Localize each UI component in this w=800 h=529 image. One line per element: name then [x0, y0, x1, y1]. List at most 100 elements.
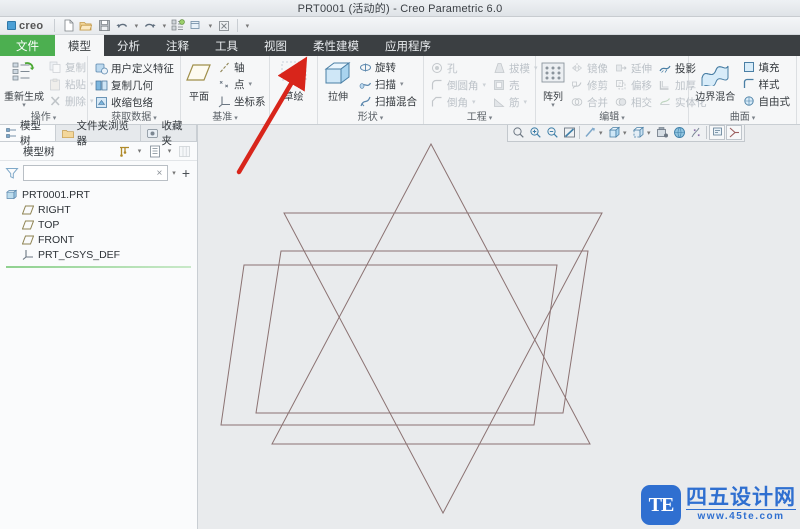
round-caret-icon[interactable]: ▾	[483, 81, 487, 89]
open-file-icon[interactable]	[78, 18, 94, 33]
filter-funnel-icon[interactable]	[5, 166, 19, 180]
perspective-view-icon[interactable]	[688, 125, 704, 140]
hole-button[interactable]: 孔	[428, 60, 488, 76]
shrinkwrap-button[interactable]: 收缩包络	[92, 94, 176, 110]
tree-filters-caret-icon[interactable]: ▾	[135, 144, 144, 159]
pattern-button[interactable]: 阵列 ▾	[540, 58, 566, 109]
datum-point-button[interactable]: 点 ▾	[215, 76, 268, 92]
datum-display-caret-icon[interactable]: ▾	[599, 129, 605, 137]
fill-button[interactable]: 填充	[740, 59, 793, 75]
regenerate-icon[interactable]	[170, 18, 186, 33]
filter-add-button[interactable]: +	[180, 168, 192, 178]
round-button[interactable]: 倒圆角 ▾	[428, 77, 488, 93]
mirror-icon	[570, 61, 584, 75]
redo-icon[interactable]	[142, 18, 158, 33]
datum-display-icon[interactable]	[582, 125, 598, 140]
zoom-out-icon[interactable]	[544, 125, 560, 140]
editing-group-label[interactable]: 编辑▾	[540, 111, 684, 124]
datum-axis-button[interactable]: 轴	[215, 59, 268, 75]
datum-group-label[interactable]: 基准▾	[185, 111, 265, 124]
tab-flexible-modeling[interactable]: 柔性建模	[300, 35, 372, 56]
tree-settings-icon[interactable]	[147, 144, 162, 159]
merge-button[interactable]: 合并	[568, 94, 610, 110]
tree-filters-icon[interactable]	[117, 144, 132, 159]
tab-annotate[interactable]: 注释	[153, 35, 202, 56]
display-style-icon[interactable]	[606, 125, 622, 140]
extend-button[interactable]: 延伸	[612, 60, 654, 76]
extrude-button[interactable]: 拉伸	[322, 58, 354, 103]
saved-orientations-icon[interactable]	[630, 125, 646, 140]
section-icon[interactable]	[726, 125, 742, 140]
tree-node-csys[interactable]: PRT_CSYS_DEF	[0, 247, 197, 262]
zoom-in-icon[interactable]	[527, 125, 543, 140]
annotation-display-icon[interactable]	[709, 125, 725, 140]
datum-csys-button[interactable]: 坐标系	[215, 93, 268, 109]
udf-button[interactable]: 用户定义特征	[92, 60, 176, 76]
redo-caret-icon[interactable]: ▾	[160, 22, 168, 30]
tab-model-tree[interactable]: 模型树	[0, 125, 56, 141]
rib-caret-icon[interactable]: ▾	[524, 98, 528, 106]
style-button[interactable]: 样式	[740, 76, 793, 92]
copy-geometry-button[interactable]: 复制几何	[92, 77, 176, 93]
filter-input[interactable]	[27, 166, 154, 180]
tree-node-front[interactable]: FRONT	[0, 232, 197, 247]
tab-applications[interactable]: 应用程序	[372, 35, 444, 56]
tab-analysis[interactable]: 分析	[104, 35, 153, 56]
rib-button[interactable]: 筋 ▾	[490, 94, 540, 110]
datum-point-caret-icon[interactable]: ▾	[249, 80, 253, 88]
tree-node-top[interactable]: TOP	[0, 217, 197, 232]
trim-button[interactable]: 修剪	[568, 77, 610, 93]
intersect-button[interactable]: 相交	[612, 94, 654, 110]
swept-blend-button[interactable]: 扫描混合	[356, 93, 419, 109]
extend-icon	[614, 61, 628, 75]
window-caret-icon[interactable]: ▾	[206, 22, 214, 30]
tree-settings-caret-icon[interactable]: ▾	[165, 144, 174, 159]
undo-icon[interactable]	[114, 18, 130, 33]
tab-favorites[interactable]: 收藏夹	[141, 125, 197, 141]
shell-button[interactable]: 売	[490, 77, 540, 93]
graphics-viewport[interactable]: ▾ ▾ ▾	[198, 125, 800, 529]
regenerate-caret-icon[interactable]: ▾	[22, 103, 26, 109]
tree-columns-icon[interactable]	[177, 144, 192, 159]
datum-plane-button[interactable]: 平面	[185, 58, 213, 103]
new-file-icon[interactable]	[60, 18, 76, 33]
freestyle-button[interactable]: 自由式	[740, 93, 793, 109]
tab-folder-browser[interactable]: 文件夹浏览器	[56, 125, 142, 141]
draft-button[interactable]: 拔模 ▾	[490, 60, 540, 76]
filter-clear-icon[interactable]: ×	[154, 168, 164, 179]
refit-icon[interactable]	[561, 125, 577, 140]
display-style-caret-icon[interactable]: ▾	[623, 129, 629, 137]
revolve-button[interactable]: 旋转	[356, 59, 419, 75]
datum-plane-label: 平面	[189, 88, 209, 103]
tab-view[interactable]: 视图	[251, 35, 300, 56]
engineering-group-label[interactable]: 工程▾	[428, 111, 531, 124]
tree-node-right[interactable]: RIGHT	[0, 202, 197, 217]
customize-caret-icon[interactable]: ▾	[243, 22, 251, 30]
filter-input-box[interactable]: ×	[23, 165, 168, 181]
regenerate-button[interactable]: 重新生成 ▾	[4, 58, 44, 109]
close-icon[interactable]	[216, 18, 232, 33]
shapes-group-label[interactable]: 形状▾	[322, 111, 419, 124]
mirror-button[interactable]: 镜像	[568, 60, 610, 76]
tab-file[interactable]: 文件	[0, 35, 55, 56]
offset-button[interactable]: 偏移	[612, 77, 654, 93]
saved-orientations-caret-icon[interactable]: ▾	[647, 129, 653, 137]
save-icon[interactable]	[96, 18, 112, 33]
repaint-icon[interactable]	[510, 125, 526, 140]
boundary-blend-button[interactable]: 边界混合	[693, 58, 738, 103]
sweep-button[interactable]: 扫描 ▾	[356, 76, 419, 92]
chamfer-button[interactable]: 倒角 ▾	[428, 94, 488, 110]
view-manager-icon[interactable]	[654, 125, 670, 140]
tab-tools[interactable]: 工具	[202, 35, 251, 56]
chamfer-caret-icon[interactable]: ▾	[472, 98, 476, 106]
undo-caret-icon[interactable]: ▾	[132, 22, 140, 30]
surfaces-group-label[interactable]: 曲面▾	[693, 111, 792, 124]
appearance-gallery-icon[interactable]	[671, 125, 687, 140]
filter-caret-icon[interactable]: ▾	[172, 169, 176, 177]
sweep-caret-icon[interactable]: ▾	[400, 80, 404, 88]
window-icon[interactable]	[188, 18, 204, 33]
sketch-button[interactable]: 草绘	[274, 58, 313, 103]
tab-model[interactable]: 模型	[55, 35, 104, 56]
pattern-caret-icon[interactable]: ▾	[551, 103, 555, 109]
tree-node-part[interactable]: PRT0001.PRT	[0, 187, 197, 202]
